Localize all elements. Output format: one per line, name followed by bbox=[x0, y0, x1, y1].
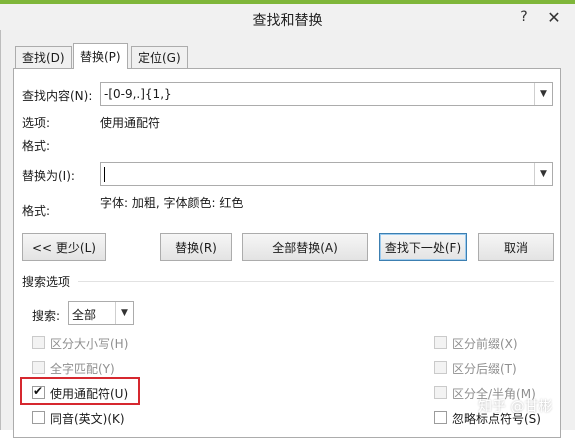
less-button[interactable]: << 更少(L) bbox=[22, 233, 106, 261]
match-case-label: 区分大小写(H) bbox=[50, 337, 129, 351]
search-options-title: 搜索选项 bbox=[22, 275, 71, 289]
match-prefix-label: 区分前缀(X) bbox=[452, 337, 518, 351]
replace-input[interactable]: ▼ bbox=[100, 162, 553, 186]
tab-goto[interactable]: 定位(G) bbox=[131, 46, 188, 68]
divider bbox=[78, 281, 554, 282]
tab-replace[interactable]: 替换(P) bbox=[73, 43, 128, 69]
whole-word-label: 全字匹配(Y) bbox=[50, 362, 115, 376]
close-button[interactable]: ✕ bbox=[540, 6, 568, 28]
search-direction-label: 搜索: bbox=[32, 309, 61, 323]
match-suffix-checkbox[interactable] bbox=[434, 361, 447, 374]
sounds-like-checkbox[interactable] bbox=[32, 411, 45, 424]
window-title: 查找和替换 bbox=[252, 13, 323, 29]
match-suffix-label: 区分后缀(T) bbox=[452, 362, 517, 376]
find-input[interactable]: -[0-9,.]{1,} ▼ bbox=[100, 82, 553, 106]
find-format-label: 格式: bbox=[22, 139, 51, 153]
text-cursor bbox=[104, 167, 105, 182]
search-direction-value: 全部 bbox=[72, 308, 97, 322]
ignore-punctuation-checkbox[interactable] bbox=[434, 411, 447, 424]
find-input-value: -[0-9,.]{1,} bbox=[104, 87, 172, 101]
search-direction-select[interactable]: 全部 ▼ bbox=[68, 301, 134, 325]
whole-word-checkbox[interactable] bbox=[32, 361, 45, 374]
match-case-checkbox[interactable] bbox=[32, 336, 45, 349]
options-label: 选项: bbox=[22, 116, 51, 130]
use-wildcards-checkbox[interactable] bbox=[32, 384, 45, 399]
use-wildcards-label: 使用通配符(U) bbox=[50, 387, 129, 401]
find-replace-dialog: 查找(D) 替换(P) 定位(G) 查找内容(N): -[0-9,.]{1,} … bbox=[0, 30, 575, 438]
options-value: 使用通配符 bbox=[100, 116, 161, 130]
title-bar: 查找和替换 ? ✕ bbox=[0, 0, 575, 30]
find-label: 查找内容(N): bbox=[22, 89, 93, 103]
replace-panel: 查找内容(N): -[0-9,.]{1,} ▼ 选项: 使用通配符 格式: 替换… bbox=[13, 68, 561, 438]
sounds-like-label: 同音(英文)(K) bbox=[50, 412, 125, 426]
find-next-button[interactable]: 查找下一处(F) bbox=[379, 233, 467, 261]
chevron-down-icon[interactable]: ▼ bbox=[534, 163, 552, 185]
match-prefix-checkbox[interactable] bbox=[434, 336, 447, 349]
watermark: 知乎 @甘彬 bbox=[478, 399, 553, 415]
help-button[interactable]: ? bbox=[510, 6, 538, 28]
chevron-down-icon[interactable]: ▼ bbox=[115, 302, 133, 324]
replace-button[interactable]: 替换(R) bbox=[160, 233, 232, 261]
chevron-down-icon[interactable]: ▼ bbox=[534, 83, 552, 105]
replace-format-label: 格式: bbox=[22, 204, 51, 218]
tab-find[interactable]: 查找(D) bbox=[15, 46, 72, 68]
replace-all-button[interactable]: 全部替换(A) bbox=[242, 233, 368, 261]
replace-label: 替换为(I): bbox=[22, 169, 75, 183]
replace-format-value: 字体: 加粗, 字体颜色: 红色 bbox=[100, 196, 244, 210]
full-half-width-checkbox[interactable] bbox=[434, 386, 447, 399]
cancel-button[interactable]: 取消 bbox=[478, 233, 554, 261]
